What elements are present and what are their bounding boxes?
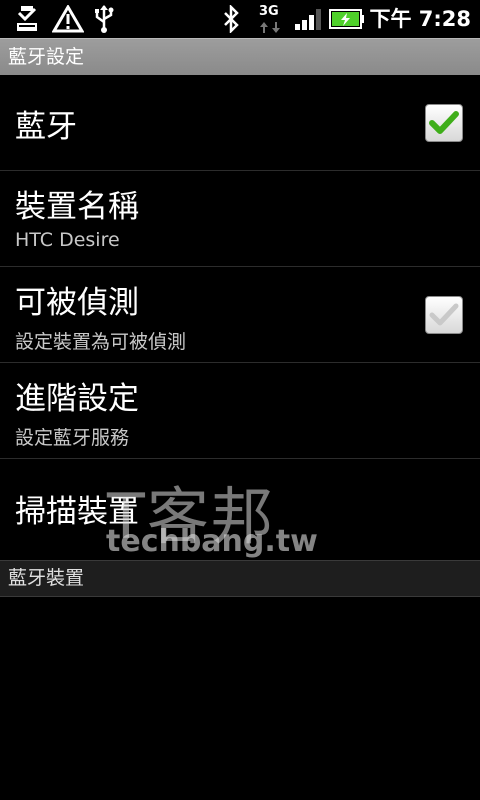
3g-icon: 3G (257, 0, 285, 38)
checkmark-icon (429, 303, 459, 326)
battery-charging-icon (328, 0, 366, 38)
pref-device-name[interactable]: 裝置名稱 HTC Desire (0, 171, 480, 267)
network-type-label: 3G (259, 4, 279, 19)
status-time: 下午 7:28 (369, 7, 471, 31)
pref-title: 可被偵測 (15, 285, 139, 321)
download-icon (14, 0, 40, 38)
pref-summary: 設定藍牙服務 (15, 427, 130, 449)
pref-summary: 設定裝置為可被偵測 (15, 331, 187, 353)
pref-discoverable[interactable]: 可被偵測 設定裝置為可被偵測 (0, 267, 480, 363)
pref-bluetooth[interactable]: 藍牙 (0, 75, 480, 171)
status-bar: 3G 下午 7:28 (0, 0, 480, 38)
watermark-url: techbang.tw (106, 524, 318, 559)
checkmark-icon (429, 111, 459, 134)
pref-title: 藍牙 (15, 109, 77, 145)
signal-icon (294, 0, 322, 38)
bluetooth-checkbox[interactable] (425, 104, 463, 142)
pref-title: 進階設定 (15, 381, 139, 417)
discoverable-checkbox[interactable] (425, 296, 463, 334)
pref-summary: HTC Desire (15, 229, 120, 251)
title-bar: 藍牙設定 (0, 38, 480, 75)
pref-title: 裝置名稱 (15, 189, 139, 225)
category-header: 藍牙裝置 (0, 560, 480, 597)
warning-icon (51, 0, 85, 38)
bluetooth-icon (220, 0, 242, 38)
page-title: 藍牙設定 (8, 46, 85, 68)
usb-icon (92, 0, 116, 38)
category-label: 藍牙裝置 (8, 567, 85, 589)
pref-advanced-settings[interactable]: 進階設定 設定藍牙服務 (0, 363, 480, 459)
